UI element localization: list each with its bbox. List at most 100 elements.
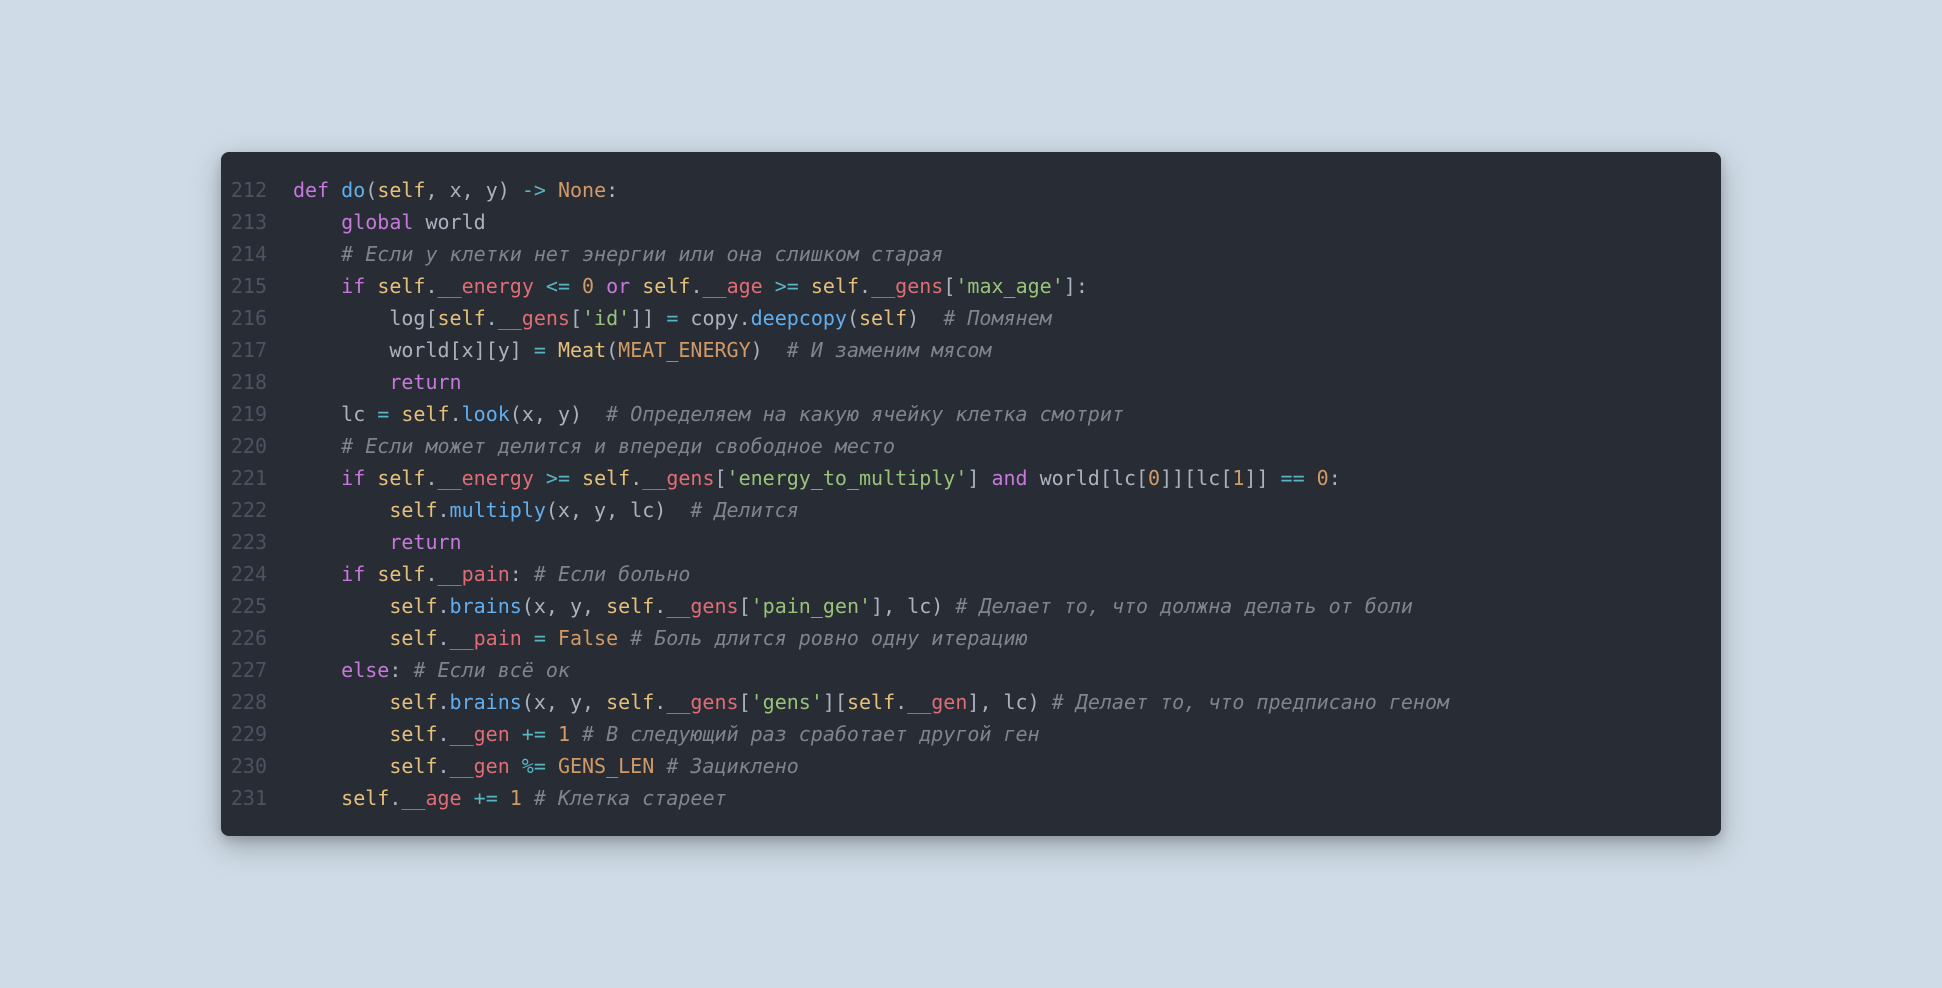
- code-line[interactable]: 227 else: # Если всё ок: [221, 654, 1701, 686]
- token: .: [450, 402, 462, 426]
- token: :: [606, 178, 618, 202]
- token: __gen: [450, 722, 510, 746]
- token: y: [498, 338, 510, 362]
- token: multiply: [450, 498, 546, 522]
- token: 0: [582, 274, 594, 298]
- line-number: 230: [221, 750, 293, 782]
- token: self: [377, 178, 425, 202]
- token: ): [654, 498, 666, 522]
- token: >=: [763, 274, 811, 298]
- token: .: [438, 722, 450, 746]
- code-line[interactable]: 218 return: [221, 366, 1701, 398]
- code-content[interactable]: self.__gen += 1 # В следующий раз сработ…: [293, 718, 1701, 750]
- token: world: [413, 210, 485, 234]
- token: __energy: [438, 274, 534, 298]
- token: [630, 274, 642, 298]
- token: .: [425, 274, 437, 298]
- line-number: 214: [221, 238, 293, 270]
- token: [763, 338, 787, 362]
- code-line[interactable]: 224 if self.__pain: # Если больно: [221, 558, 1701, 590]
- token: # В следующий раз сработает другой ген: [582, 722, 1040, 746]
- code-content[interactable]: def do(self, x, y) -> None:: [293, 174, 1701, 206]
- code-line[interactable]: 215 if self.__energy <= 0 or self.__age …: [221, 270, 1701, 302]
- token: .: [654, 594, 666, 618]
- code-content[interactable]: lc = self.look(x, y) # Определяем на как…: [293, 398, 1701, 430]
- token: self: [642, 274, 690, 298]
- code-content[interactable]: return: [293, 366, 1701, 398]
- token: # Если у клетки нет энергии или она слиш…: [341, 242, 943, 266]
- token: self: [341, 786, 389, 810]
- code-line[interactable]: 221 if self.__energy >= self.__gens['ene…: [221, 462, 1701, 494]
- token: copy: [690, 306, 738, 330]
- code-line[interactable]: 220 # Если может делится и впереди свобо…: [221, 430, 1701, 462]
- token: ): [751, 338, 763, 362]
- line-number: 225: [221, 590, 293, 622]
- token: [293, 274, 341, 298]
- code-line[interactable]: 223 return: [221, 526, 1701, 558]
- code-content[interactable]: world[x][y] = Meat(MEAT_ENERGY) # И заме…: [293, 334, 1701, 366]
- code-content[interactable]: if self.__energy <= 0 or self.__age >= s…: [293, 270, 1701, 302]
- token: 'gens': [751, 690, 823, 714]
- code-line[interactable]: 231 self.__age += 1 # Клетка стареет: [221, 782, 1701, 814]
- token: self: [389, 754, 437, 778]
- code-content[interactable]: global world: [293, 206, 1701, 238]
- code-block[interactable]: 212def do(self, x, y) -> None:213 global…: [221, 174, 1701, 814]
- token: self: [606, 594, 654, 618]
- code-line[interactable]: 225 self.brains(x, y, self.__gens['pain_…: [221, 590, 1701, 622]
- token: [: [425, 306, 437, 330]
- code-content[interactable]: self.brains(x, y, self.__gens['pain_gen'…: [293, 590, 1701, 622]
- token: ][: [474, 338, 498, 362]
- code-content[interactable]: if self.__pain: # Если больно: [293, 558, 1701, 590]
- code-line[interactable]: 213 global world: [221, 206, 1701, 238]
- code-line[interactable]: 228 self.brains(x, y, self.__gens['gens'…: [221, 686, 1701, 718]
- code-line[interactable]: 217 world[x][y] = Meat(MEAT_ENERGY) # И …: [221, 334, 1701, 366]
- code-content[interactable]: if self.__energy >= self.__gens['energy_…: [293, 462, 1701, 494]
- code-content[interactable]: self.__gen %= GENS_LEN # Зациклено: [293, 750, 1701, 782]
- token: , lc: [979, 690, 1027, 714]
- code-content[interactable]: return: [293, 526, 1701, 558]
- token: __gens: [871, 274, 943, 298]
- line-number: 223: [221, 526, 293, 558]
- token: self: [389, 594, 437, 618]
- code-line[interactable]: 222 self.multiply(x, y, lc) # Делится: [221, 494, 1701, 526]
- code-line[interactable]: 214 # Если у клетки нет энергии или она …: [221, 238, 1701, 270]
- code-line[interactable]: 226 self.__pain = False # Боль длится ро…: [221, 622, 1701, 654]
- token: self: [389, 722, 437, 746]
- code-content[interactable]: # Если может делится и впереди свободное…: [293, 430, 1701, 462]
- token: =: [522, 338, 558, 362]
- token: [522, 562, 534, 586]
- token: None: [558, 178, 606, 202]
- code-content[interactable]: self.brains(x, y, self.__gens['gens'][se…: [293, 686, 1701, 718]
- token: [293, 786, 341, 810]
- code-line[interactable]: 229 self.__gen += 1 # В следующий раз ср…: [221, 718, 1701, 750]
- code-content[interactable]: self.__pain = False # Боль длится ровно …: [293, 622, 1701, 654]
- code-content[interactable]: log[self.__gens['id']] = copy.deepcopy(s…: [293, 302, 1701, 334]
- token: [293, 530, 389, 554]
- token: %=: [510, 754, 558, 778]
- token: ]: [510, 338, 522, 362]
- token: 0: [1148, 466, 1160, 490]
- code-content[interactable]: self.multiply(x, y, lc) # Делится: [293, 494, 1701, 526]
- token: return: [389, 530, 461, 554]
- code-content[interactable]: else: # Если всё ок: [293, 654, 1701, 686]
- token: x: [462, 338, 474, 362]
- token: # Делает то, что предписано геном: [1052, 690, 1449, 714]
- token: self: [811, 274, 859, 298]
- line-number: 216: [221, 302, 293, 334]
- line-number: 224: [221, 558, 293, 590]
- token: .: [438, 754, 450, 778]
- token: +=: [462, 786, 510, 810]
- line-number: 217: [221, 334, 293, 366]
- token: [293, 690, 389, 714]
- token: [666, 498, 690, 522]
- code-content[interactable]: # Если у клетки нет энергии или она слиш…: [293, 238, 1701, 270]
- token: self: [377, 562, 425, 586]
- code-line[interactable]: 230 self.__gen %= GENS_LEN # Зациклено: [221, 750, 1701, 782]
- token: return: [389, 370, 461, 394]
- token: 1: [1232, 466, 1244, 490]
- code-content[interactable]: self.__age += 1 # Клетка стареет: [293, 782, 1701, 814]
- code-line[interactable]: 212def do(self, x, y) -> None:: [221, 174, 1701, 206]
- code-line[interactable]: 216 log[self.__gens['id']] = copy.deepco…: [221, 302, 1701, 334]
- token: __energy: [438, 466, 534, 490]
- code-line[interactable]: 219 lc = self.look(x, y) # Определяем на…: [221, 398, 1701, 430]
